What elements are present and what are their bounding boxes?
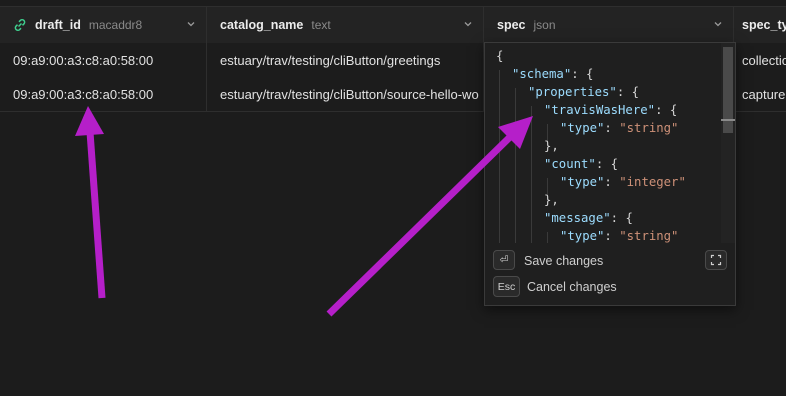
code-token: "string" [619, 229, 679, 243]
annotation-arrow-up [86, 131, 106, 299]
code-line[interactable]: "properties": { [528, 83, 639, 101]
column-name: catalog_name [220, 18, 304, 32]
annotation-arrow-diagonal [326, 134, 513, 317]
code-line[interactable]: "type": "string" [560, 227, 678, 243]
column-header-catalog-name[interactable]: catalog_name text [207, 7, 484, 43]
column-name: spec_ty [742, 18, 786, 32]
column-header-draft-id[interactable]: draft_id macaddr8 [0, 7, 207, 43]
code-line[interactable]: "schema": { [512, 65, 593, 83]
code-token: "integer" [619, 175, 686, 189]
code-token: : [604, 175, 620, 189]
code-token: : [604, 121, 620, 135]
editor-actions: ⏎ Save changes Esc Cancel changes [485, 243, 735, 305]
cell-catalog-name[interactable]: estuary/trav/testing/cliButton/source-he… [207, 77, 484, 111]
column-type: text [311, 18, 331, 32]
code-line[interactable]: "message": { [544, 209, 633, 227]
column-name: draft_id [35, 18, 81, 32]
code-token: "properties" [528, 85, 617, 99]
code-token: : { [571, 67, 594, 81]
code-line[interactable]: "travisWasHere": { [544, 101, 677, 119]
code-token: "travisWasHere" [544, 103, 656, 117]
column-header-spec[interactable]: spec json [484, 7, 734, 43]
escape-key-badge: Esc [493, 276, 520, 297]
indent-guide [531, 106, 532, 243]
save-changes-button[interactable]: Save changes [524, 254, 603, 268]
code-line[interactable]: "type": "string" [560, 119, 678, 137]
code-line[interactable]: }, [544, 191, 559, 209]
cell-catalog-name[interactable]: estuary/trav/testing/cliButton/greetings [207, 43, 484, 77]
code-token: "type" [560, 175, 605, 189]
code-token: : { [655, 103, 678, 117]
code-line[interactable]: { [496, 47, 503, 65]
scrollbar-marker [721, 119, 735, 121]
cell-spec-type[interactable]: capture [734, 77, 786, 111]
code-token: : [604, 229, 620, 243]
indent-guide [515, 88, 516, 243]
column-type: macaddr8 [88, 18, 143, 32]
column-header-spec-type[interactable]: spec_ty [734, 7, 786, 43]
expand-icon[interactable] [705, 250, 727, 270]
column-name: spec [497, 18, 526, 32]
code-token: : { [616, 85, 640, 99]
indent-guide [499, 70, 500, 243]
json-editor-popover: {"schema": {"properties": {"travisWasHer… [484, 42, 736, 306]
cell-draft-id[interactable]: 09:a9:00:a3:c8:a0:58:00 [0, 43, 207, 77]
code-token: : { [610, 211, 633, 225]
indent-guide [547, 232, 548, 243]
code-line[interactable]: "type": "integer" [560, 173, 686, 191]
code-token: { [496, 49, 504, 63]
cancel-changes-button[interactable]: Cancel changes [527, 280, 617, 294]
code-line[interactable]: "count": { [544, 155, 618, 173]
code-line[interactable]: }, [544, 137, 559, 155]
json-code-area[interactable]: {"schema": {"properties": {"travisWasHer… [485, 43, 721, 243]
grid-header: draft_id macaddr8 catalog_name text spec… [0, 6, 786, 44]
cell-draft-id[interactable]: 09:a9:00:a3:c8:a0:58:00 [0, 77, 207, 111]
cell-spec-type[interactable]: collectio [734, 43, 786, 77]
code-token: }, [544, 193, 559, 207]
chevron-down-icon[interactable] [463, 19, 473, 29]
code-token: "type" [560, 121, 605, 135]
code-token: "count" [544, 157, 596, 171]
enter-key-badge: ⏎ [493, 250, 515, 270]
column-type: json [533, 18, 556, 32]
chevron-down-icon[interactable] [713, 19, 723, 29]
code-token: "string" [619, 121, 679, 135]
editor-scrollbar[interactable] [721, 43, 735, 243]
code-token: "type" [560, 229, 605, 243]
chevron-down-icon[interactable] [186, 19, 196, 29]
code-token: "message" [544, 211, 611, 225]
link-icon [14, 18, 26, 32]
code-token: }, [544, 139, 559, 153]
code-token: "schema" [512, 67, 572, 81]
code-token: : { [595, 157, 619, 171]
